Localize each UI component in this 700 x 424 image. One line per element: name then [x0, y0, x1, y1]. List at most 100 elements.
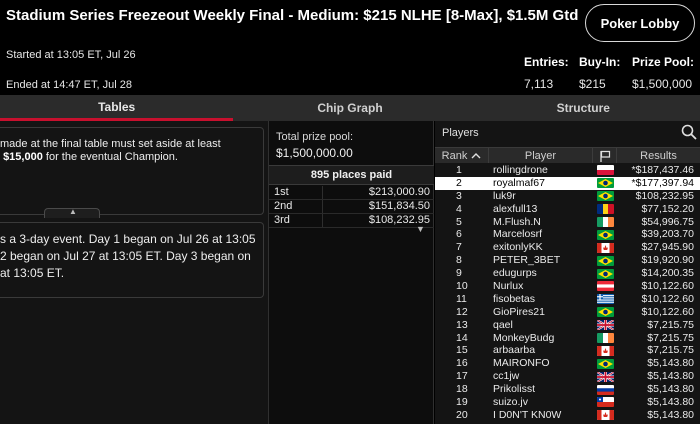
canada-flag-icon — [596, 242, 614, 253]
prizepool-value: $1,500,000 — [632, 77, 693, 91]
prize-panel: Total prize pool: $1,500,000.00 895 plac… — [268, 121, 434, 424]
player-result: $5,143.80 — [647, 370, 694, 383]
player-country — [593, 306, 617, 319]
player-row[interactable]: 11 fisobetas $10,122.60 — [435, 293, 700, 306]
romania-flag-icon — [596, 204, 614, 215]
places-paid-header: 895 places paid — [269, 165, 434, 185]
player-name: exitonlyKK — [493, 241, 543, 254]
player-name: MAIRONFO — [493, 357, 550, 370]
player-rank: 4 — [456, 202, 462, 215]
player-rank: 14 — [456, 331, 468, 344]
player-row[interactable]: 13 qael $7,215.75 — [435, 319, 700, 332]
player-name: rollingdrone — [493, 164, 548, 176]
player-result: $7,215.75 — [647, 318, 694, 331]
player-rank: 2 — [456, 176, 462, 189]
player-row[interactable]: 20 I D0N'T KN0W $5,143.80 — [435, 409, 700, 422]
chile-flag-icon — [596, 397, 614, 408]
player-name: arbaarba — [493, 344, 536, 357]
schedule-line-2: 2 began on Jul 27 at 13:05 ET. Day 3 beg… — [0, 249, 251, 263]
player-rank: 3 — [456, 189, 462, 202]
player-result: $10,122.60 — [641, 280, 694, 293]
player-country — [593, 177, 617, 190]
payout-row: 1st $213,000.90 — [269, 186, 434, 200]
player-rank: 1 — [456, 164, 462, 176]
player-row[interactable]: 10 Nurlux $10,122.60 — [435, 280, 700, 293]
brazil-flag-icon — [596, 178, 614, 189]
total-prize-label: Total prize pool: — [276, 131, 354, 143]
player-rank: 6 — [456, 228, 462, 241]
player-result: $77,152.20 — [641, 202, 694, 215]
player-rank: 5 — [456, 215, 462, 228]
player-country — [593, 319, 617, 332]
player-column-header[interactable]: Player — [489, 148, 593, 163]
player-row[interactable]: 17 cc1jw $5,143.80 — [435, 370, 700, 383]
greece-flag-icon — [596, 294, 614, 305]
uk-flag-icon — [596, 320, 614, 331]
player-country — [593, 383, 617, 396]
player-row[interactable]: 5 M.Flush.N $54,996.75 — [435, 216, 700, 229]
player-row[interactable]: 6 Marcelosrf $39,203.70 — [435, 228, 700, 241]
austria-flag-icon — [596, 281, 614, 292]
player-row[interactable]: 14 MonkeyBudg $7,215.75 — [435, 332, 700, 345]
tab-structure[interactable]: Structure — [467, 95, 700, 121]
player-name: MonkeyBudg — [493, 331, 555, 344]
player-country — [593, 164, 617, 177]
player-row[interactable]: 18 Prikolisst $5,143.80 — [435, 383, 700, 396]
collapse-toggle[interactable]: ▲ — [44, 207, 100, 218]
player-country — [593, 344, 617, 357]
player-result: $54,996.75 — [641, 215, 694, 228]
player-country — [593, 396, 617, 409]
rank-column-header[interactable]: Rank — [435, 148, 489, 163]
player-row[interactable]: 9 edugurps $14,200.35 — [435, 267, 700, 280]
player-result: $19,920.90 — [641, 254, 694, 267]
player-rank: 10 — [456, 280, 468, 293]
player-name: suizo.jv — [493, 396, 529, 409]
player-country — [593, 293, 617, 306]
tournament-title: Stadium Series Freezeout Weekly Final - … — [6, 7, 579, 24]
tournament-header: Stadium Series Freezeout Weekly Final - … — [0, 0, 700, 95]
player-country — [593, 203, 617, 216]
player-result: $10,122.60 — [641, 305, 694, 318]
player-row[interactable]: 12 GioPires21 $10,122.60 — [435, 306, 700, 319]
player-row[interactable]: 8 PETER_3BET $19,920.90 — [435, 254, 700, 267]
rules-notice: made at the final table must set aside a… — [0, 127, 264, 215]
player-row[interactable]: 1 rollingdrone *$187,437.46 — [435, 164, 700, 177]
ireland-flag-icon — [596, 217, 614, 227]
player-row[interactable]: 19 suizo.jv $5,143.80 — [435, 396, 700, 409]
tab-chip-graph[interactable]: Chip Graph — [233, 95, 466, 121]
brazil-flag-icon — [596, 229, 614, 240]
player-country — [593, 267, 617, 280]
player-row[interactable]: 7 exitonlyKK $27,945.90 — [435, 241, 700, 254]
player-row[interactable]: 2 royalmaf67 *$177,397.94 — [435, 176, 700, 190]
player-country — [593, 409, 617, 422]
player-row[interactable]: 15 arbaarba $7,215.75 — [435, 344, 700, 357]
tab-tables[interactable]: Tables — [0, 95, 234, 121]
player-result: $5,143.80 — [647, 357, 694, 370]
search-icon[interactable] — [681, 124, 697, 140]
payout-amount: $213,000.90 — [368, 186, 430, 198]
results-column-header[interactable]: Results — [617, 148, 700, 163]
player-result: $7,215.75 — [647, 344, 694, 357]
player-result: $108,232.95 — [635, 189, 694, 202]
schedule-line-3: at 13:05 ET. — [0, 266, 65, 280]
player-name: I D0N'T KN0W — [493, 408, 562, 421]
country-column-header[interactable] — [593, 148, 617, 163]
player-rank: 20 — [456, 408, 468, 421]
player-row[interactable]: 3 luk9r $108,232.95 — [435, 190, 700, 203]
canada-flag-icon — [596, 410, 614, 421]
player-rank: 12 — [456, 305, 468, 318]
brazil-flag-icon — [596, 255, 614, 266]
player-rank: 9 — [456, 267, 462, 280]
players-panel: Players Rank Player Results 1 rollingdron… — [435, 121, 700, 424]
chevron-down-icon[interactable]: ▼ — [416, 224, 425, 234]
player-name: PETER_3BET — [493, 254, 561, 267]
player-name: qael — [493, 318, 513, 331]
brazil-flag-icon — [596, 191, 614, 202]
flag-icon — [599, 150, 610, 162]
player-row[interactable]: 4 alexfull13 $77,152.20 — [435, 203, 700, 216]
players-table-body: 1 rollingdrone *$187,437.46 2 royalmaf67 *$17… — [435, 164, 700, 422]
player-result: *$177,397.94 — [631, 176, 694, 189]
uk-flag-icon — [596, 371, 614, 382]
player-row[interactable]: 16 MAIRONFO $5,143.80 — [435, 357, 700, 370]
poker-lobby-button[interactable]: Poker Lobby — [585, 4, 695, 42]
